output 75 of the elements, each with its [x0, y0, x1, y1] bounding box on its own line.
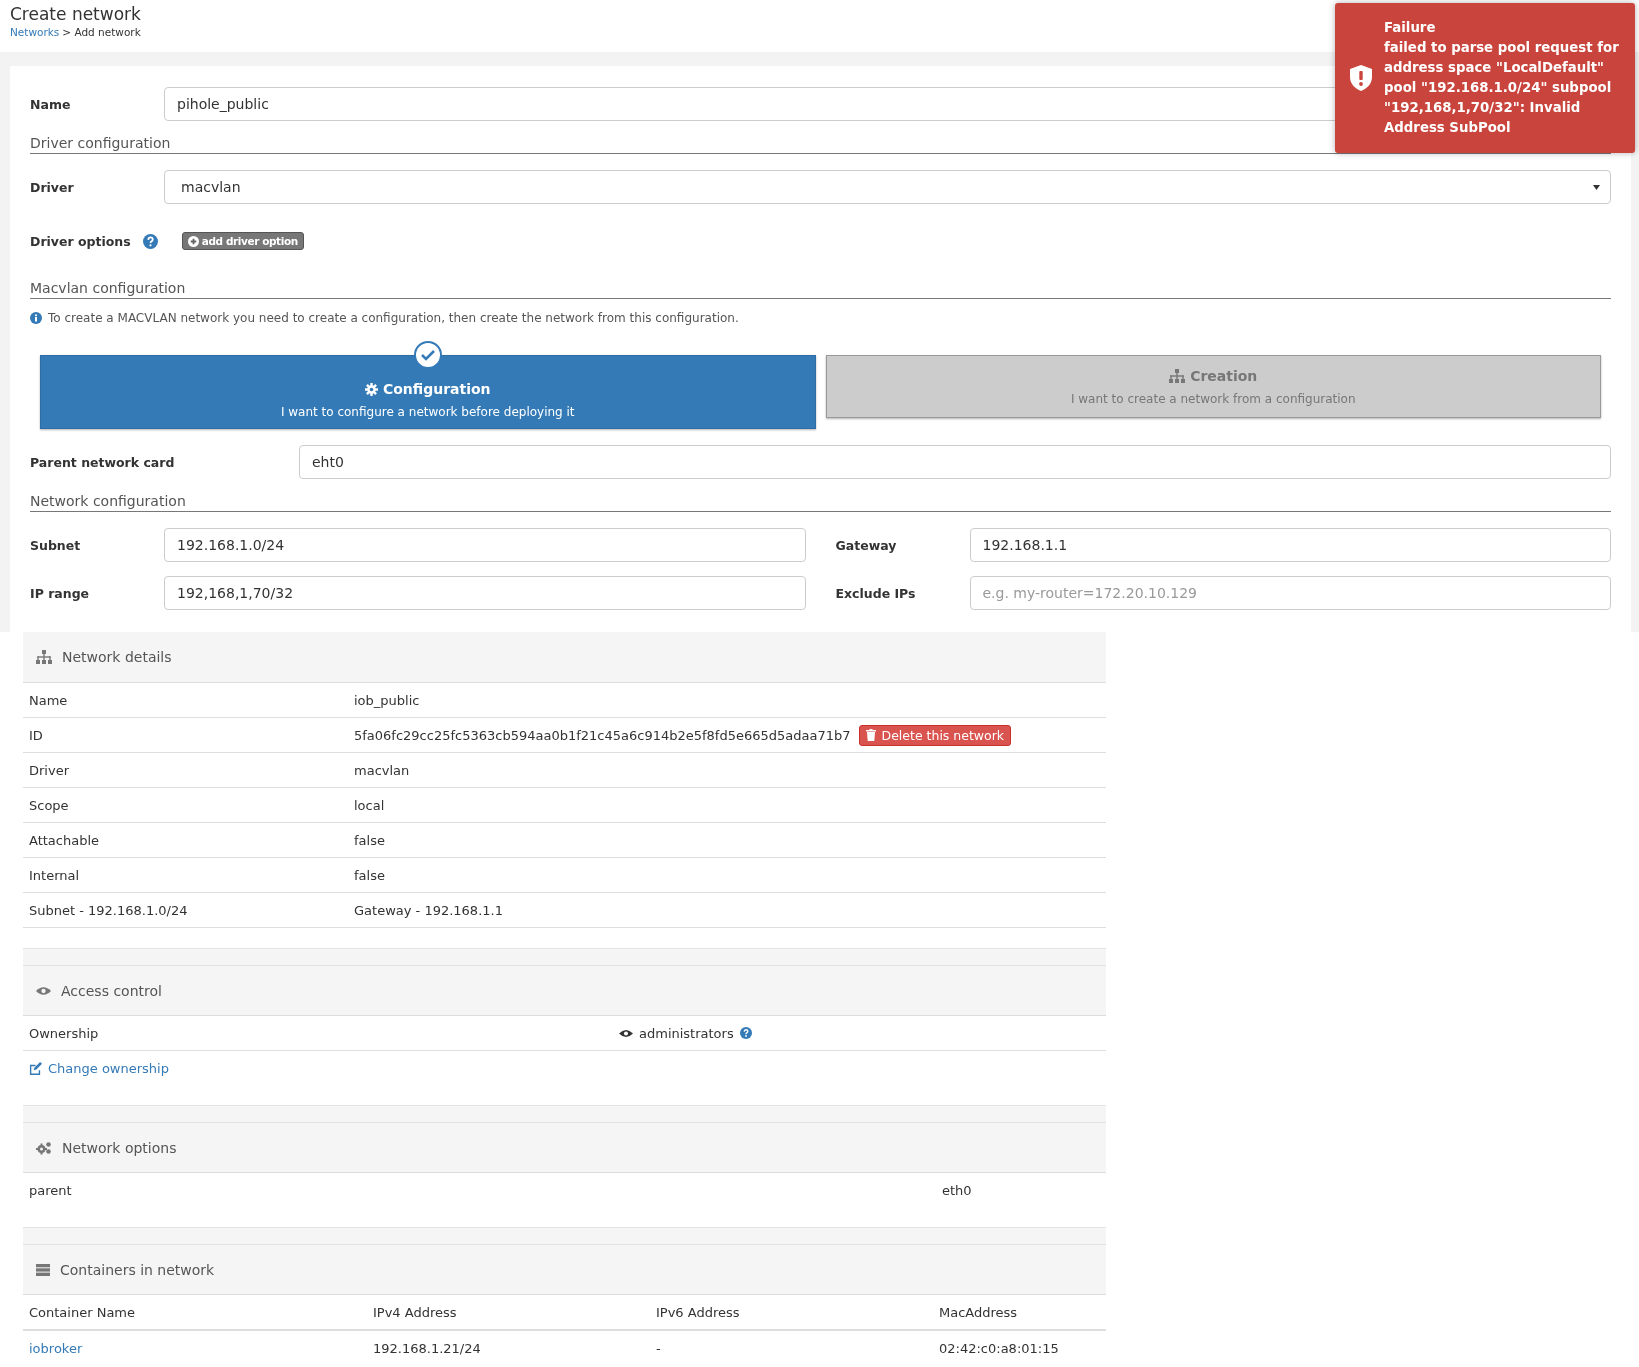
detail-value: 5fa06fc29cc25fc5363cb594aa0b1f21c45a6c914b2e5f8fd5e665d5adaa71b7: [354, 727, 851, 743]
input-field[interactable]: 192,168,1,70/32: [164, 576, 806, 610]
detail-label: Driver: [29, 762, 70, 778]
mode-title: Creation: [1190, 367, 1258, 384]
server-icon: [36, 1263, 50, 1276]
field-label: Subnet: [30, 537, 82, 553]
panel-title: Access control: [61, 982, 162, 999]
info-text: To create a MACVLAN network you need to create a configuration, then create the network from this configuration.: [48, 311, 739, 325]
mode-title: Configuration: [382, 381, 491, 397]
help-icon[interactable]: [142, 233, 158, 249]
caret-icon: [1593, 184, 1600, 190]
trash-icon: [865, 729, 876, 741]
detail-label: ID: [29, 727, 44, 743]
detail-value: administrators: [639, 1025, 734, 1041]
detail-label: Scope: [29, 797, 70, 813]
option-value: eth0: [942, 1182, 972, 1198]
breadcrumb-current: > Add network: [62, 26, 141, 38]
section-heading: Macvlan configuration: [30, 280, 1611, 299]
mode-description: I want to configure a network before deploying it: [280, 405, 575, 419]
breadcrumb-link[interactable]: Networks: [10, 26, 60, 38]
field-label: Name: [30, 96, 72, 112]
page-title: Create network: [10, 3, 142, 26]
section-heading: Network configuration: [30, 493, 1611, 512]
change-ownership-link[interactable]: Change ownership: [29, 1060, 169, 1076]
field-label: Gateway: [835, 537, 898, 553]
mode-description: I want to create a network from a configuration: [1070, 391, 1356, 406]
sitemap-icon: [1169, 368, 1186, 383]
field-label: Parent network card: [30, 454, 176, 470]
panel-title: Containers in network: [60, 1261, 215, 1278]
detail-value: false: [354, 832, 385, 848]
field-label: Driver: [30, 179, 75, 195]
input-field[interactable]: 192.168.1.1: [969, 528, 1611, 562]
eye-icon: [36, 985, 51, 996]
check-circle-icon: [413, 341, 442, 369]
detail-value: local: [354, 797, 385, 813]
gear-icon: [364, 382, 378, 396]
table-cell-text: 192.168.1.21/24: [373, 1340, 482, 1356]
table-cell-text: -: [656, 1340, 662, 1356]
input-field[interactable]: 192.168.1.0/24: [164, 528, 806, 562]
driver-select[interactable]: macvlan: [164, 170, 1611, 204]
delete-network-button[interactable]: Delete this network: [858, 724, 1012, 746]
add-driver-option-button[interactable]: add driver option: [181, 232, 304, 250]
shield-icon: [1350, 65, 1372, 91]
input-field[interactable]: e.g. my-router=172.20.10.129: [969, 576, 1611, 610]
field-label: IP range: [30, 585, 91, 601]
panel-title: Network options: [62, 1139, 177, 1156]
toast-title: Failure: [1384, 19, 1437, 37]
container-link[interactable]: iobroker: [29, 1340, 83, 1356]
detail-label: Subnet - 192.168.1.0/24: [29, 902, 189, 918]
column-header[interactable]: IPv4 Address: [373, 1304, 656, 1320]
detail-label: Name: [29, 692, 69, 708]
detail-value: Gateway - 192.168.1.1: [354, 902, 503, 918]
eye-icon: [619, 1028, 633, 1038]
column-header[interactable]: IPv6 Address: [656, 1304, 939, 1320]
mode-option-card[interactable]: Configuration I want to configure a network before deploying it: [40, 355, 816, 429]
plus-circle-icon: [187, 235, 199, 247]
field-label: Driver options: [30, 233, 131, 249]
edit-icon: [29, 1061, 42, 1075]
parent-network-card-field[interactable]: eht0: [299, 445, 1611, 479]
option-key: parent: [29, 1182, 942, 1198]
field-label: Exclude IPs: [835, 585, 917, 601]
detail-value: iob_public: [354, 692, 420, 708]
panel-title: Network details: [62, 649, 172, 665]
info-icon: [30, 312, 42, 324]
gears-icon: [36, 1140, 52, 1155]
detail-label: Ownership: [29, 1025, 100, 1041]
detail-value: false: [354, 867, 385, 883]
detail-value: macvlan: [354, 762, 410, 778]
help-icon[interactable]: [739, 1027, 752, 1039]
sitemap-icon: [36, 650, 52, 664]
detail-label: Internal: [29, 867, 81, 883]
detail-label: Attachable: [29, 832, 101, 848]
table-cell-text: 02:42:c0:a8:01:15: [939, 1340, 1060, 1356]
column-header[interactable]: MacAddress: [939, 1304, 1100, 1320]
column-header[interactable]: Container Name: [29, 1304, 373, 1320]
